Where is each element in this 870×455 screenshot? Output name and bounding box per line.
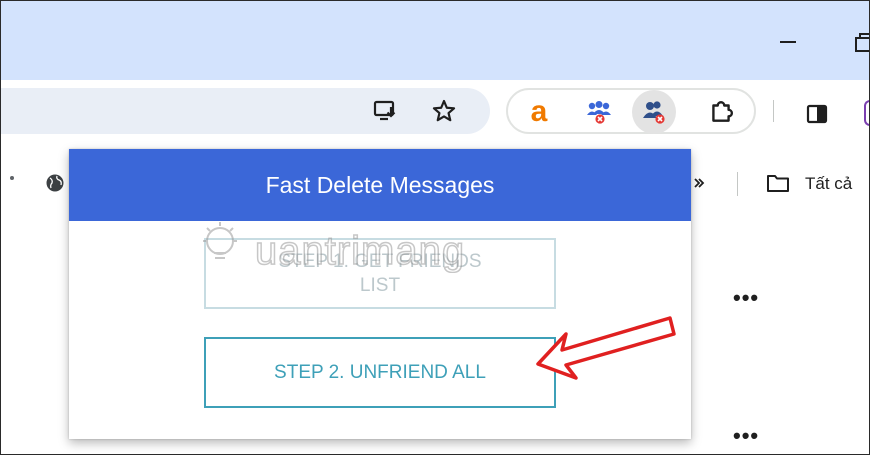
extension-popup: Fast Delete Messages STEP 1. GET FRIENDS… xyxy=(69,149,691,439)
bookmark-star-icon[interactable] xyxy=(428,95,460,127)
lightbulb-icon xyxy=(203,222,237,259)
folder-icon[interactable] xyxy=(765,172,791,194)
profile-avatar[interactable] xyxy=(864,100,870,126)
browser-toolbar: a xyxy=(0,80,870,148)
red-arrow-annotation xyxy=(536,316,676,380)
restore-icon[interactable] xyxy=(845,22,870,58)
bookmarks-overflow-chevron-icon[interactable] xyxy=(690,174,708,192)
all-bookmarks-label[interactable]: Tất cả xyxy=(805,174,852,194)
minimize-icon[interactable] xyxy=(768,22,808,58)
group-remove-extension-icon[interactable] xyxy=(582,95,616,129)
watermark-text: uantrimang xyxy=(254,228,466,274)
popup-title: Fast Delete Messages xyxy=(265,171,495,198)
side-panel-icon[interactable] xyxy=(802,99,832,129)
more-options-icon[interactable]: ••• xyxy=(733,423,759,449)
watermark: uantrimang xyxy=(195,215,525,285)
globe-icon[interactable] xyxy=(44,172,66,194)
unfriend-extension-icon[interactable] xyxy=(632,90,676,134)
amazon-extension-icon[interactable]: a xyxy=(522,95,556,129)
step2-label: STEP 2. UNFRIEND ALL xyxy=(274,361,486,383)
extensions-area: a xyxy=(506,88,756,134)
install-app-icon[interactable] xyxy=(370,95,402,127)
bookmarks-divider xyxy=(737,172,738,196)
bookmark-dot xyxy=(10,176,14,180)
browser-titlebar xyxy=(0,0,870,80)
more-options-icon[interactable]: ••• xyxy=(733,285,759,311)
address-bar[interactable] xyxy=(0,88,490,134)
extensions-puzzle-icon[interactable] xyxy=(704,95,738,129)
step2-unfriend-all-button[interactable]: STEP 2. UNFRIEND ALL xyxy=(204,337,556,408)
amazon-logo-letter: a xyxy=(530,95,548,128)
toolbar-divider xyxy=(773,100,774,122)
popup-header: Fast Delete Messages xyxy=(69,149,691,221)
